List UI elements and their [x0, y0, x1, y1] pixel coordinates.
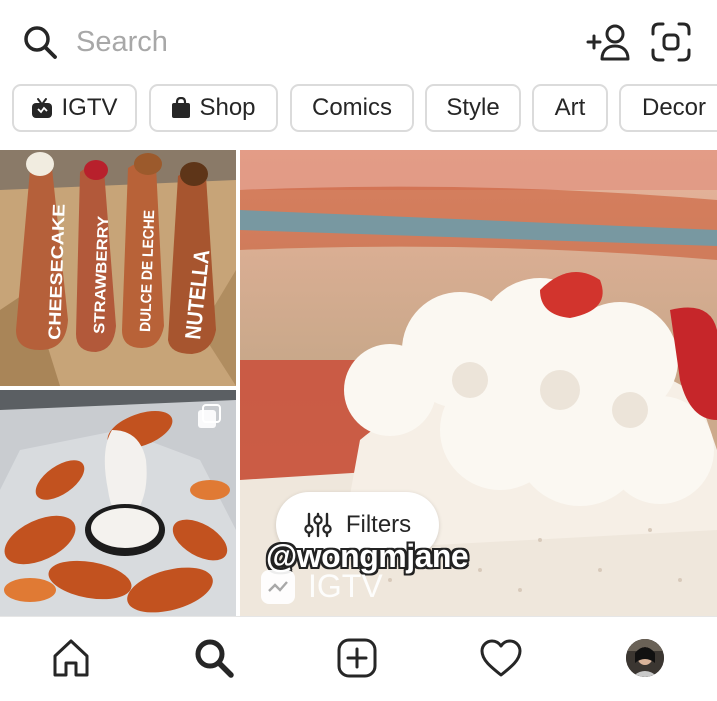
churros-photo: CHEESECAKE STRAWBERRY DULCE DE LECHE NUT… [0, 150, 236, 386]
video-source-label: IGTV [308, 568, 383, 604]
category-pill-decor[interactable]: Decor [619, 84, 717, 132]
post-tile-churros[interactable]: CHEESECAKE STRAWBERRY DULCE DE LECHE NUT… [0, 150, 236, 386]
category-pill-label: Style [446, 94, 500, 121]
explore-grid: CHEESECAKE STRAWBERRY DULCE DE LECHE NUT… [0, 150, 717, 616]
carousel-icon [198, 404, 221, 428]
scan-icon[interactable] [651, 22, 691, 62]
search-icon [195, 639, 234, 678]
post-tile-wings[interactable] [0, 390, 236, 616]
category-pill-label: Decor [641, 94, 707, 121]
bottom-nav [0, 616, 717, 701]
filters-label: Filters [345, 511, 412, 538]
new-post-icon [337, 638, 377, 678]
activity-heart-icon [480, 639, 522, 677]
search-bar [0, 0, 717, 82]
category-pill-igtv[interactable]: IGTV [12, 84, 137, 132]
shopping-bag-icon [172, 97, 191, 118]
category-pill-art[interactable]: Art [532, 84, 608, 132]
category-pill-style[interactable]: Style [425, 84, 521, 132]
filters-sliders-icon [304, 512, 332, 538]
nav-home[interactable] [48, 635, 94, 681]
category-pill-label: IGTV [61, 94, 118, 121]
profile-avatar[interactable] [626, 639, 664, 677]
igtv-icon [32, 98, 53, 118]
nav-new-post[interactable] [334, 635, 380, 681]
add-person-icon[interactable] [586, 22, 630, 62]
nav-activity[interactable] [478, 635, 524, 681]
search-input[interactable] [76, 22, 476, 62]
category-pill-shop[interactable]: Shop [149, 84, 278, 132]
search-icon[interactable] [22, 24, 58, 60]
video-source: IGTV [260, 568, 383, 605]
category-pill-comics[interactable]: Comics [290, 84, 414, 132]
home-icon [53, 639, 89, 677]
nav-search[interactable] [191, 635, 237, 681]
category-pills: IGTV Shop Comics Style Art Decor [0, 84, 717, 136]
avatar-photo [626, 639, 664, 677]
category-pill-label: Art [554, 94, 586, 121]
category-pill-label: Shop [199, 94, 256, 121]
category-pill-label: Comics [311, 94, 392, 121]
igtv-icon [261, 569, 295, 604]
